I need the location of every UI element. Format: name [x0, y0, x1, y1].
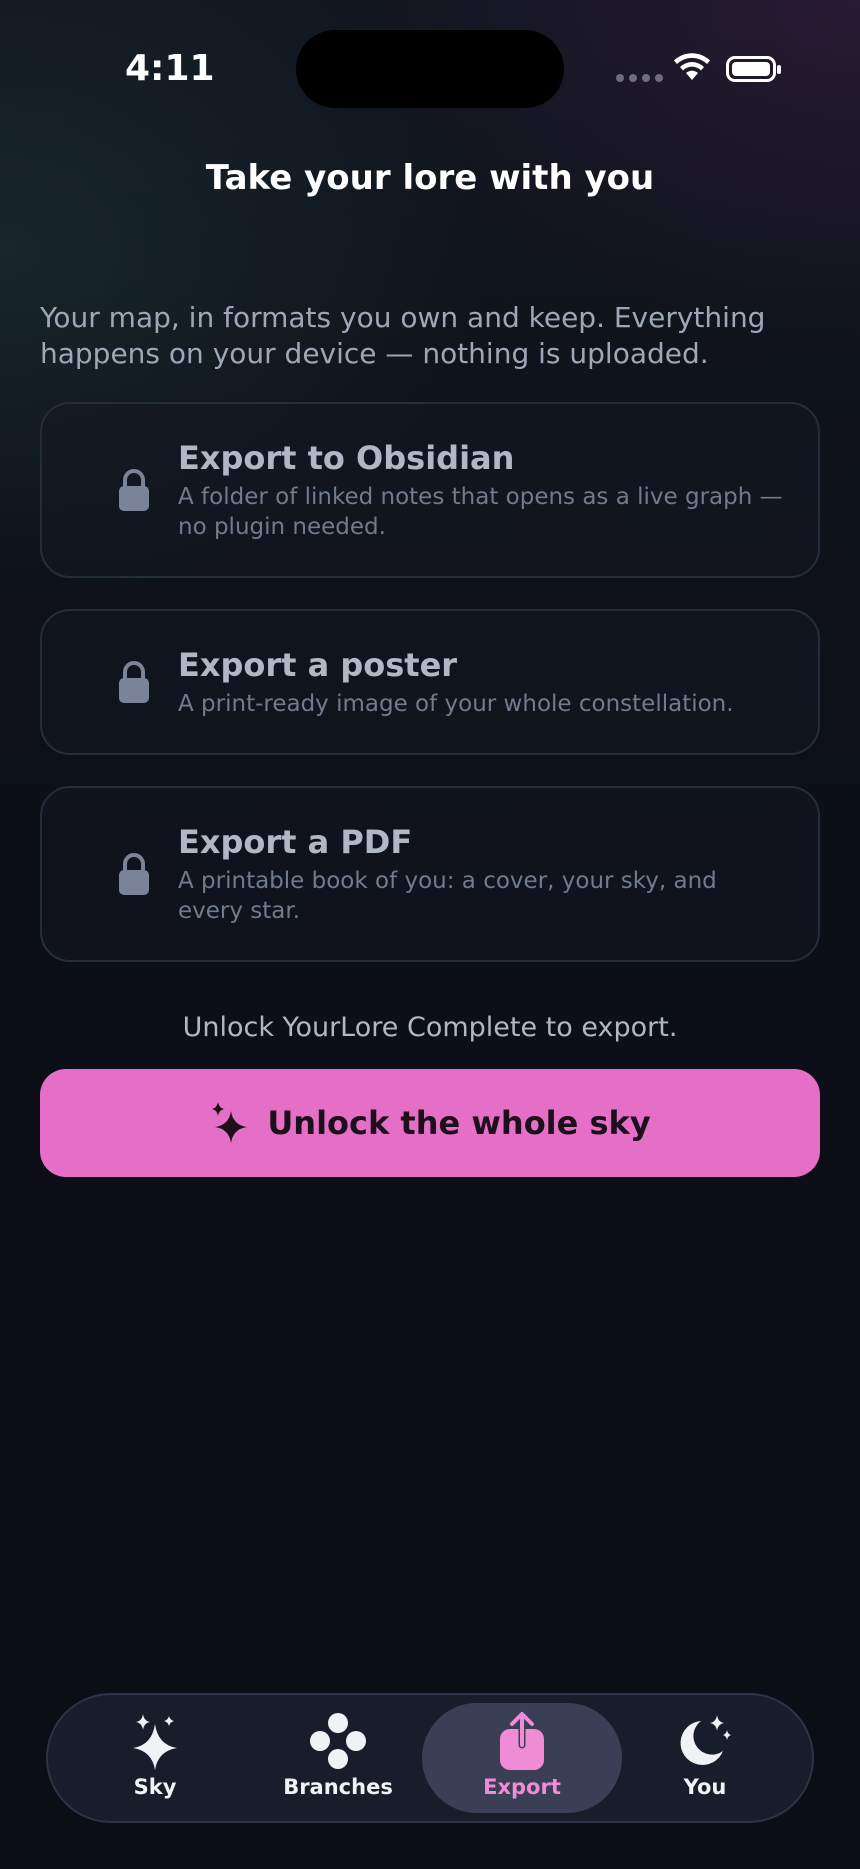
tab-label: Branches	[283, 1775, 393, 1799]
tab-label: Export	[483, 1775, 561, 1799]
tab-label: Sky	[133, 1775, 177, 1799]
circles-icon	[310, 1713, 366, 1769]
unlock-note: Unlock YourLore Complete to export.	[182, 1012, 678, 1043]
card-title: Export a PDF	[178, 823, 413, 861]
card-title: Export a poster	[178, 646, 458, 684]
status-bar: 4:11	[0, 0, 860, 140]
card-description: A print-ready image of your whole conste…	[178, 691, 734, 717]
card-description: A printable book of you: a cover, your s…	[178, 868, 717, 924]
tab-you[interactable]: You	[605, 1703, 805, 1813]
status-time: 4:11	[125, 48, 215, 89]
card-description: A folder of linked notes that opens as a…	[178, 484, 783, 540]
export-pdf-card[interactable]: Export a PDF A printable book of you: a …	[40, 786, 820, 962]
moon-stars-icon	[680, 1715, 731, 1765]
tab-export[interactable]: Export	[422, 1703, 622, 1813]
sparkles-icon	[212, 1102, 248, 1143]
tab-label: You	[683, 1775, 727, 1799]
tab-sky[interactable]: Sky	[55, 1703, 255, 1813]
lock-icon	[119, 469, 149, 511]
cellular-signal-icon	[616, 74, 663, 82]
intro-text: Your map, in formats you own and keep. E…	[40, 301, 766, 370]
dynamic-island	[296, 30, 564, 108]
card-title: Export to Obsidian	[178, 439, 515, 477]
page-title: Take your lore with you	[205, 158, 655, 198]
battery-icon	[726, 56, 781, 82]
export-obsidian-card[interactable]: Export to Obsidian A folder of linked no…	[40, 402, 820, 578]
lock-icon	[119, 661, 149, 703]
unlock-button[interactable]: Unlock the whole sky	[40, 1069, 820, 1177]
tab-bar: Sky Branches Export You	[46, 1693, 814, 1823]
share-icon	[500, 1711, 544, 1770]
lock-icon	[119, 853, 149, 895]
export-poster-card[interactable]: Export a poster A print-ready image of y…	[40, 609, 820, 755]
sparkles-icon	[133, 1714, 177, 1770]
wifi-icon	[674, 53, 710, 80]
unlock-button-label: Unlock the whole sky	[267, 1104, 651, 1142]
tab-branches[interactable]: Branches	[238, 1703, 438, 1813]
